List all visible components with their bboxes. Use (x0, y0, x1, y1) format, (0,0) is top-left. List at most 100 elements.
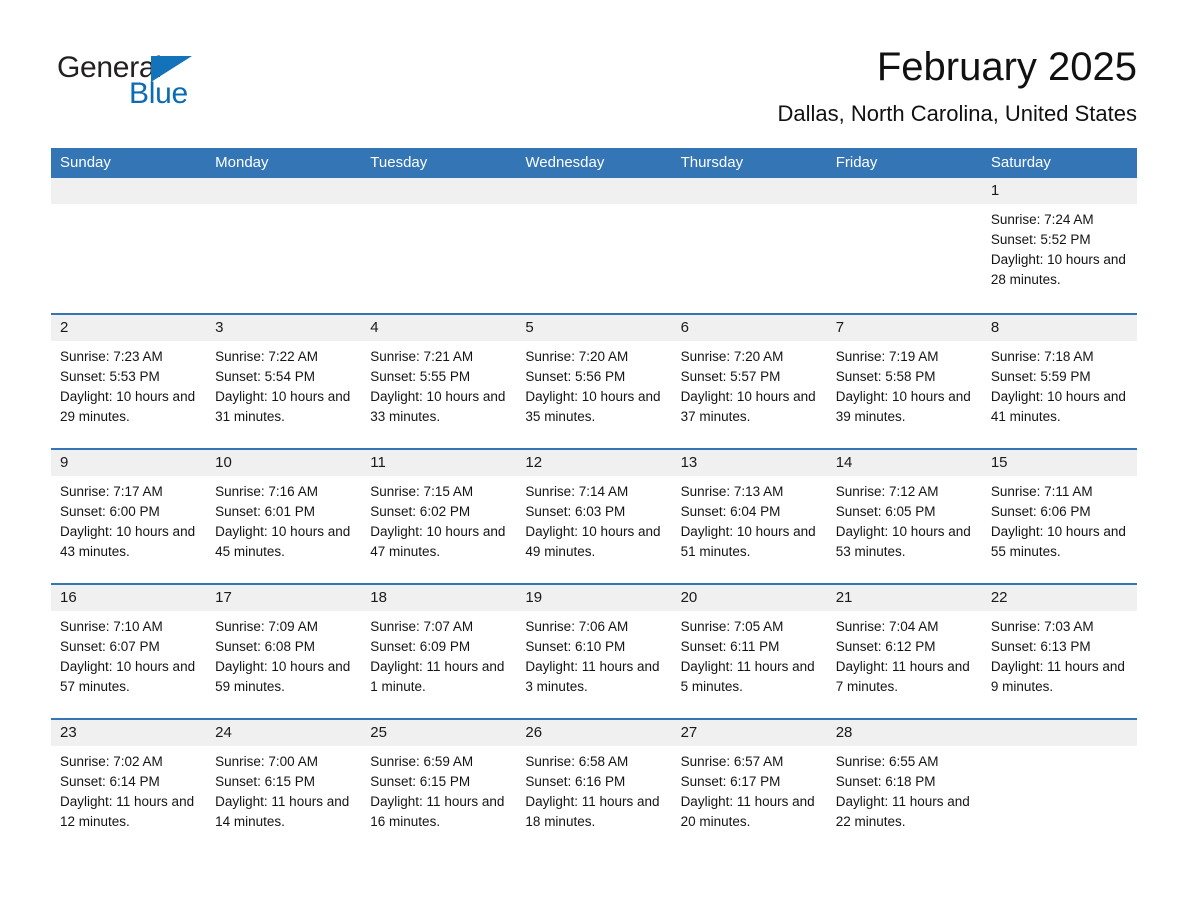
calendar-day-cell-empty (671, 178, 827, 314)
day-number-band: 12 (516, 450, 672, 477)
day-number-band: 5 (516, 315, 672, 342)
daylight-text: Daylight: 10 hours and 57 minutes. (60, 659, 196, 695)
day-number: 18 (370, 589, 387, 607)
calendar-day-cell[interactable]: 23 Sunrise: 7:02 AM Sunset: 6:14 PM Dayligh… (51, 720, 207, 854)
day-number-band: 8 (981, 315, 1137, 342)
sunrise-text: Sunrise: 7:02 AM (60, 754, 163, 770)
day-number: 2 (60, 319, 69, 337)
daylight-text: Daylight: 10 hours and 41 minutes. (990, 389, 1126, 425)
calendar-day-cell[interactable]: 20 Sunrise: 7:05 AM Sunset: 6:11 PM Dayligh… (671, 585, 827, 719)
calendar-day-cell[interactable]: 15 Sunrise: 7:11 AM Sunset: 6:06 PM Dayligh… (981, 450, 1137, 584)
day-sun-info: Sunrise: 7:05 AM Sunset: 6:11 PM Daylight:… (672, 611, 827, 697)
calendar-day-cell[interactable]: 19 Sunrise: 7:06 AM Sunset: 6:10 PM Dayligh… (516, 585, 672, 719)
calendar-day-cell[interactable]: 3 Sunrise: 7:22 AM Sunset: 5:54 PM Daylight… (206, 315, 362, 449)
daylight-text: Daylight: 10 hours and 53 minutes. (835, 524, 971, 560)
calendar-week-row: 16 Sunrise: 7:10 AM Sunset: 6:07 PM Dayligh… (51, 583, 1137, 719)
day-sun-info: Sunrise: 7:24 AM Sunset: 5:52 PM Daylight:… (982, 204, 1137, 290)
daylight-text: Daylight: 11 hours and 1 minute. (370, 659, 505, 695)
daylight-text: Daylight: 11 hours and 14 minutes. (215, 794, 350, 830)
sunset-text: Sunset: 5:58 PM (835, 369, 936, 385)
calendar-day-cell-empty (516, 178, 672, 314)
calendar-day-cell[interactable]: 1 Sunrise: 7:24 AM Sunset: 5:52 PM Daylight… (981, 178, 1137, 314)
day-sun-info: Sunrise: 7:02 AM Sunset: 6:14 PM Daylight:… (51, 746, 206, 832)
sunrise-text: Sunrise: 7:03 AM (990, 619, 1094, 635)
generalblue-logo[interactable]: General Blue (51, 44, 201, 114)
day-sun-info: Sunrise: 7:12 AM Sunset: 6:05 PM Daylight:… (827, 476, 982, 562)
day-sun-info: Sunrise: 7:18 AM Sunset: 5:59 PM Daylight:… (982, 341, 1137, 427)
calendar-day-cell-empty (206, 178, 362, 314)
calendar-day-cell[interactable]: 16 Sunrise: 7:10 AM Sunset: 6:07 PM Dayligh… (51, 585, 207, 719)
day-number-band: 19 (516, 585, 672, 612)
sunset-text: Sunset: 6:12 PM (835, 639, 936, 655)
calendar-day-cell[interactable]: 7 Sunrise: 7:19 AM Sunset: 5:58 PM Daylight… (826, 315, 982, 449)
day-number: 25 (370, 724, 387, 742)
calendar-day-cell[interactable]: 6 Sunrise: 7:20 AM Sunset: 5:57 PM Daylight… (671, 315, 827, 449)
calendar-day-cell[interactable]: 26 Sunrise: 6:58 AM Sunset: 6:16 PM Dayligh… (516, 720, 672, 854)
calendar-weeks: 1 Sunrise: 7:24 AM Sunset: 5:52 PM Daylight… (51, 178, 1137, 854)
weekday-header-thursday: Thursday (680, 154, 744, 172)
day-sun-info: Sunrise: 7:14 AM Sunset: 6:03 PM Daylight:… (516, 476, 671, 562)
sunrise-text: Sunrise: 7:21 AM (370, 349, 474, 365)
day-sun-info: Sunrise: 7:22 AM Sunset: 5:54 PM Daylight:… (206, 341, 361, 427)
calendar-day-cell[interactable]: 25 Sunrise: 6:59 AM Sunset: 6:15 PM Dayligh… (361, 720, 517, 854)
day-number: 5 (525, 319, 534, 337)
sunrise-text: Sunrise: 7:10 AM (60, 619, 163, 635)
day-number-band: 2 (51, 315, 207, 342)
sunrise-text: Sunrise: 7:00 AM (215, 754, 318, 770)
sunrise-text: Sunrise: 6:55 AM (835, 754, 939, 770)
day-number: 16 (60, 589, 77, 607)
calendar-day-cell[interactable]: 5 Sunrise: 7:20 AM Sunset: 5:56 PM Daylight… (516, 315, 672, 449)
calendar-day-cell[interactable]: 11 Sunrise: 7:15 AM Sunset: 6:02 PM Dayligh… (361, 450, 517, 584)
weekday-header-monday: Monday (215, 154, 269, 172)
day-number-band: 1 (981, 178, 1137, 205)
page-subtitle: Dallas, North Carolina, United States (777, 101, 1138, 126)
sunrise-text: Sunrise: 7:15 AM (370, 484, 474, 500)
sunset-text: Sunset: 6:15 PM (215, 774, 315, 790)
daylight-text: Daylight: 10 hours and 55 minutes. (990, 524, 1126, 560)
day-sun-info: Sunrise: 6:57 AM Sunset: 6:17 PM Daylight:… (672, 746, 827, 832)
sunrise-text: Sunrise: 7:05 AM (680, 619, 784, 635)
calendar-day-cell[interactable]: 27 Sunrise: 6:57 AM Sunset: 6:17 PM Dayligh… (671, 720, 827, 854)
daylight-text: Daylight: 10 hours and 47 minutes. (370, 524, 506, 560)
day-number-band: 16 (51, 585, 207, 612)
calendar-day-cell[interactable]: 9 Sunrise: 7:17 AM Sunset: 6:00 PM Daylight… (51, 450, 207, 584)
day-sun-info: Sunrise: 7:19 AM Sunset: 5:58 PM Daylight:… (827, 341, 982, 427)
sunrise-text: Sunrise: 7:24 AM (990, 212, 1094, 228)
calendar-day-cell[interactable]: 4 Sunrise: 7:21 AM Sunset: 5:55 PM Daylight… (361, 315, 517, 449)
daylight-text: Daylight: 11 hours and 18 minutes. (525, 794, 660, 830)
day-number-band: 17 (206, 585, 362, 612)
calendar-day-cell[interactable]: 24 Sunrise: 7:00 AM Sunset: 6:15 PM Dayligh… (206, 720, 362, 854)
day-number: 19 (525, 589, 543, 607)
day-number-band: 20 (671, 585, 827, 612)
day-number: 26 (525, 724, 543, 742)
day-sun-info: Sunrise: 7:20 AM Sunset: 5:57 PM Daylight:… (672, 341, 827, 427)
sunset-text: Sunset: 6:17 PM (680, 774, 781, 790)
daylight-text: Daylight: 11 hours and 12 minutes. (60, 794, 195, 830)
daylight-text: Daylight: 11 hours and 5 minutes. (680, 659, 815, 695)
calendar-day-cell[interactable]: 8 Sunrise: 7:18 AM Sunset: 5:59 PM Daylight… (981, 315, 1137, 449)
day-number-band (361, 178, 517, 205)
calendar-day-cell[interactable]: 17 Sunrise: 7:09 AM Sunset: 6:08 PM Dayligh… (206, 585, 362, 719)
day-sun-info: Sunrise: 7:20 AM Sunset: 5:56 PM Daylight:… (516, 341, 671, 427)
day-sun-info: Sunrise: 7:21 AM Sunset: 5:55 PM Daylight:… (361, 341, 516, 427)
day-number: 20 (680, 589, 698, 607)
day-number-band: 11 (361, 450, 517, 477)
calendar-day-cell[interactable]: 22 Sunrise: 7:03 AM Sunset: 6:13 PM Dayligh… (981, 585, 1137, 719)
sunrise-text: Sunrise: 6:59 AM (370, 754, 474, 770)
calendar-day-cell[interactable]: 13 Sunrise: 7:13 AM Sunset: 6:04 PM Dayligh… (671, 450, 827, 584)
calendar-day-cell[interactable]: 10 Sunrise: 7:16 AM Sunset: 6:01 PM Dayligh… (206, 450, 362, 584)
sunrise-text: Sunrise: 6:58 AM (525, 754, 629, 770)
day-number-band: 23 (51, 720, 207, 747)
calendar-day-cell[interactable]: 14 Sunrise: 7:12 AM Sunset: 6:05 PM Dayligh… (826, 450, 982, 584)
calendar-day-cell[interactable]: 28 Sunrise: 6:55 AM Sunset: 6:18 PM Dayligh… (826, 720, 982, 854)
weekday-header-wednesday: Wednesday (525, 154, 605, 172)
calendar-day-cell[interactable]: 2 Sunrise: 7:23 AM Sunset: 5:53 PM Daylight… (51, 315, 207, 449)
calendar-day-cell[interactable]: 18 Sunrise: 7:07 AM Sunset: 6:09 PM Dayligh… (361, 585, 517, 719)
day-number-band: 28 (826, 720, 982, 747)
day-sun-info: Sunrise: 7:16 AM Sunset: 6:01 PM Daylight:… (206, 476, 361, 562)
day-number-band: 26 (516, 720, 672, 747)
calendar-day-cell[interactable]: 12 Sunrise: 7:14 AM Sunset: 6:03 PM Dayligh… (516, 450, 672, 584)
day-number: 23 (60, 724, 77, 742)
sunset-text: Sunset: 6:11 PM (680, 639, 780, 655)
calendar-day-cell[interactable]: 21 Sunrise: 7:04 AM Sunset: 6:12 PM Dayligh… (826, 585, 982, 719)
